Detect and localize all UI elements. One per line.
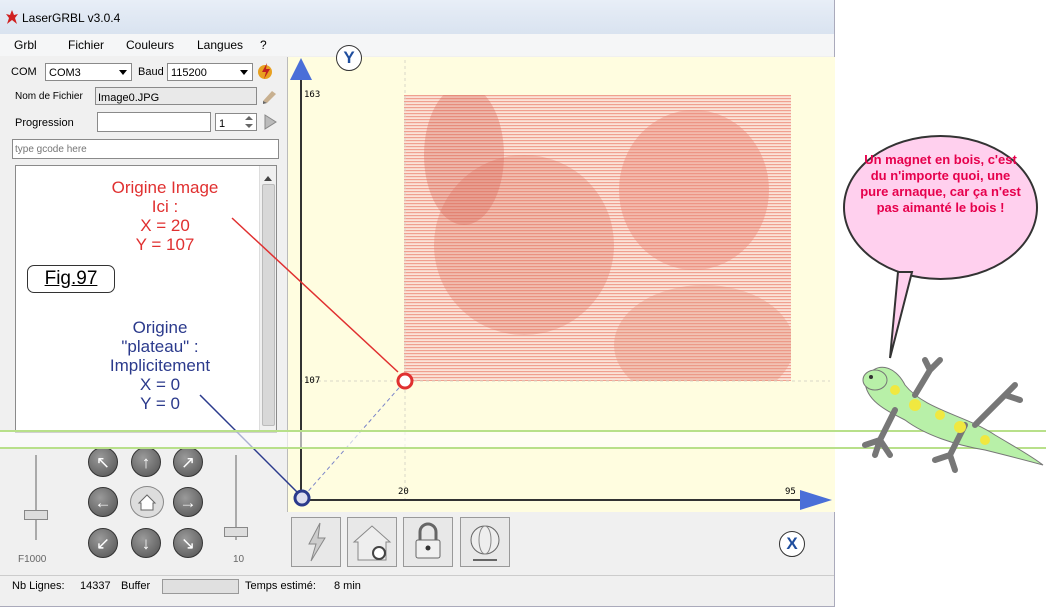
image-origin-connector xyxy=(231,217,399,373)
home-search-icon xyxy=(352,525,392,561)
speed-value: F1000 xyxy=(18,554,47,565)
jog-left-button[interactable]: ← xyxy=(88,487,118,517)
jog-right-button[interactable]: → xyxy=(173,487,203,517)
bubble-text: Un magnet en bois, c'est du n'importe qu… xyxy=(860,152,1021,215)
buffer-bar xyxy=(162,579,239,594)
unlock-button[interactable] xyxy=(403,517,453,567)
time-value: 8 min xyxy=(334,580,361,592)
step-value: 10 xyxy=(233,554,245,565)
home-button[interactable] xyxy=(130,486,164,518)
gecko-illustration xyxy=(862,357,1044,473)
x-axis-arrow xyxy=(800,490,832,510)
reset-button[interactable] xyxy=(291,517,341,567)
jog-up-right-button[interactable]: ↗ xyxy=(173,447,203,477)
speed-slider[interactable] xyxy=(35,455,37,540)
jog-down-right-button[interactable]: ↘ xyxy=(173,528,203,558)
y-axis-arrow xyxy=(290,58,312,80)
speed-slider-thumb[interactable] xyxy=(24,510,48,520)
jog-down-button[interactable]: ↓ xyxy=(131,528,161,558)
jog-up-button[interactable]: ↑ xyxy=(131,447,161,477)
y-tick-label: 163 xyxy=(304,90,321,100)
bubble-tail xyxy=(889,271,914,359)
set-origin-button[interactable] xyxy=(460,517,510,567)
x-axis-label: X xyxy=(779,531,805,557)
globe-icon xyxy=(470,525,500,561)
time-label: Temps estimé: xyxy=(245,580,316,592)
lock-icon xyxy=(415,522,441,559)
plate-origin-marker xyxy=(293,489,311,507)
x-tick-label: 95 xyxy=(785,487,796,497)
lines-label: Nb Lignes: xyxy=(12,580,65,592)
lines-value: 14337 xyxy=(80,580,111,592)
buffer-label: Buffer xyxy=(121,580,151,592)
y-tick-label: 107 xyxy=(304,376,321,386)
homing-button[interactable] xyxy=(347,517,397,567)
lightning-icon xyxy=(308,522,326,562)
image-origin-marker xyxy=(396,372,414,390)
step-slider-thumb[interactable] xyxy=(224,527,248,537)
jog-down-left-button[interactable]: ↙ xyxy=(88,528,118,558)
y-axis-label: Y xyxy=(336,45,362,71)
jog-up-left-button[interactable]: ↖ xyxy=(88,447,118,477)
x-tick-label: 20 xyxy=(398,487,409,497)
